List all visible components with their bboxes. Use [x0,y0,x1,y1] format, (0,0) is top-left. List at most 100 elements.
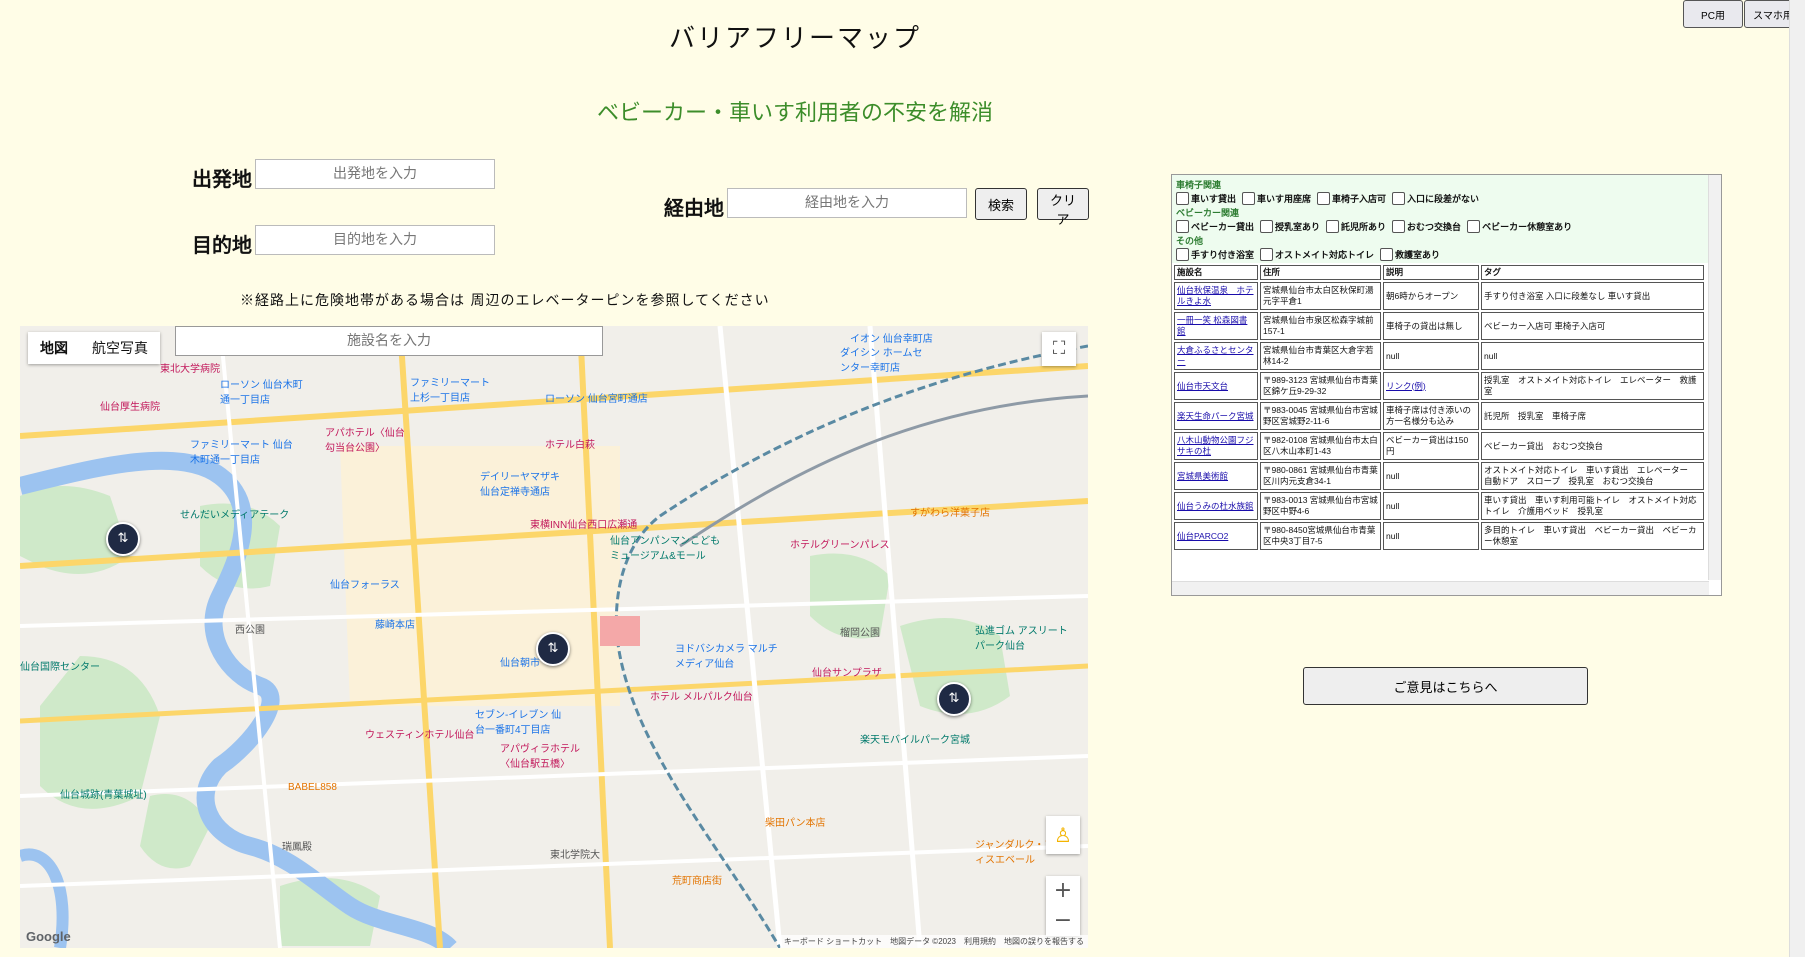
table-cell: 宮城県仙台市青葉区大倉字若林14-2 [1260,342,1381,370]
map-label: 東北大学病院 [160,364,220,375]
filter-heading-wheelchair: 車椅子関連 [1176,180,1222,190]
filter-option[interactable]: 託児所あり [1326,220,1386,233]
facility-name-link[interactable]: 楽天生命パーク宮城 [1174,402,1258,430]
map-label: 仙台国際センター [20,662,100,673]
filter-option[interactable]: オストメイト対応トイレ [1260,248,1374,261]
filter-option[interactable]: 車いす用座席 [1242,192,1311,205]
map-label: ヨドバシカメラ マルチメディア仙台 [675,644,778,670]
zoom-in-button[interactable]: + [1046,876,1080,906]
table-cell: 車椅子の貸出は無し [1383,312,1479,340]
filter-option[interactable]: ベビーカー休憩室あり [1467,220,1572,233]
via-input[interactable] [727,188,967,218]
table-cell: null [1383,522,1479,550]
tab-satellite[interactable]: 航空写真 [80,332,160,364]
map-label: ホテル白萩 [545,440,595,451]
filter-option[interactable]: 授乳室あり [1260,220,1320,233]
origin-input[interactable] [255,159,495,189]
filter-option[interactable]: 車椅子入店可 [1317,192,1386,205]
facility-name-link[interactable]: 宮城県美術館 [1174,462,1258,490]
map-label: 仙台厚生病院 [100,402,160,413]
checkbox[interactable] [1392,192,1406,205]
checkbox[interactable] [1467,220,1481,233]
map-label: セブン-イレブン 仙台一番町4丁目店 [475,710,562,736]
facility-name-link[interactable]: 仙台うみの杜水族館 [1174,492,1258,520]
table-row: 宮城県美術館 〒980-0861 宮城県仙台市青葉区川内元支倉34-1 null オス… [1174,462,1704,490]
checkbox[interactable] [1242,192,1256,205]
street-view-pegman-icon[interactable]: ♙ [1046,816,1080,854]
table-row: 楽天生命パーク宮城 〒983-0045 宮城県仙台市宮城野区宮城野2-11-6 車椅… [1174,402,1704,430]
filter-heading-stroller: ベビーカー関連 [1176,208,1240,218]
tab-map[interactable]: 地図 [28,332,80,364]
fullscreen-icon[interactable]: ⛶ [1042,332,1076,366]
elevator-pin-icon[interactable]: ⇅ [536,632,570,666]
map-label: すがわら洋菓子店 [910,508,990,519]
checkbox[interactable] [1176,192,1189,205]
panel-vertical-scrollbar[interactable] [1708,175,1721,580]
facility-name-link[interactable]: 仙台秋保温泉 ホテルきよ水 [1174,282,1258,310]
destination-input[interactable] [255,225,495,255]
table-row: 仙台市天文台 〒989-3123 宮城県仙台市青葉区錦ケ丘9-29-32 リンク(例… [1174,372,1704,400]
table-cell: null [1383,462,1479,490]
table-cell: 〒982-0108 宮城県仙台市太白区八木山本町1-43 [1260,432,1381,460]
zoom-out-button[interactable]: − [1046,906,1080,936]
page-title: バリアフリーマップ [668,24,921,54]
facility-name-link[interactable]: 一冊一笑 松森図書館 [1174,312,1258,340]
map-attribution[interactable]: キーボード ショートカット 地図データ ©2023 利用規約 地図の誤りを報告す… [779,935,1088,948]
table-cell: null [1383,492,1479,520]
facility-name-link[interactable]: 八木山動物公園フジサキの杜 [1174,432,1258,460]
filter-option[interactable]: 救護室あり [1380,248,1440,261]
map-label: せんだいメディアテーク [180,510,290,521]
filter-option[interactable]: おむつ交換台 [1392,220,1461,233]
table-cell: null [1383,342,1479,370]
filter-option[interactable]: 手すり付き浴室 [1176,248,1254,261]
table-cell: 宮城県仙台市泉区松森字城前157-1 [1260,312,1381,340]
filter-option[interactable]: 車いす貸出 [1176,192,1236,205]
map-label: 西公園 [235,625,265,636]
table-cell: オストメイト対応トイレ 車いす貸出 エレベーター 自動ドア スロープ 授乳室 お… [1481,462,1704,490]
checkbox[interactable] [1260,220,1274,233]
facility-table: 施設名 住所 説明 タグ 仙台秋保温泉 ホテルきよ水 宮城県仙台市太白区秋保町湯元… [1172,263,1706,552]
feedback-button[interactable]: ご意見はこちらへ [1303,667,1588,705]
filter-option[interactable]: 入口に段差がない [1392,192,1479,205]
map-label: ダイシン ホームセンター幸町店 [840,348,923,374]
pc-view-button[interactable]: PC用 [1683,0,1743,28]
table-cell: 車椅子席は付き添いの方一名様分も込み [1383,402,1479,430]
map-label: 荒町商店街 [672,876,722,887]
checkbox[interactable] [1260,248,1274,261]
panel-horizontal-scrollbar[interactable] [1172,581,1709,595]
checkbox[interactable] [1317,192,1331,205]
table-cell-link[interactable]: リンク(例) [1383,372,1479,400]
elevator-pin-icon[interactable]: ⇅ [106,522,140,556]
checkbox[interactable] [1326,220,1340,233]
checkbox[interactable] [1176,220,1189,233]
facility-search-input[interactable] [175,326,603,356]
table-cell: 託児所 授乳室 車椅子席 [1481,402,1704,430]
table-row: 仙台うみの杜水族館 〒983-0013 宮城県仙台市宮城野区中野4-6 null 車い… [1174,492,1704,520]
clear-button[interactable]: クリア [1037,188,1089,228]
map-label: 仙台サンプラザ [812,668,882,679]
facility-name-link[interactable]: 仙台市天文台 [1174,372,1258,400]
page-scrollbar[interactable] [1789,0,1805,957]
filter-option[interactable]: ベビーカー貸出 [1176,220,1254,233]
table-cell: 〒989-3123 宮城県仙台市青葉区錦ケ丘9-29-32 [1260,372,1381,400]
map-label: イオン 仙台幸町店 [850,334,933,345]
facility-name-link[interactable]: 仙台PARCO2 [1174,522,1258,550]
map-label: 弘進ゴム アスリートパーク仙台 [975,626,1068,652]
google-logo: Google [26,929,71,944]
map-label: デイリーヤマザキ 仙台定禅寺通店 [480,472,560,498]
table-cell: ベビーカー貸出 おむつ交換台 [1481,432,1704,460]
checkbox[interactable] [1380,248,1394,261]
table-cell: 〒983-0013 宮城県仙台市宮城野区中野4-6 [1260,492,1381,520]
map-label: ファミリーマート 上杉一丁目店 [410,378,490,404]
origin-label: 出発地 [192,167,252,191]
map-label: ホテルグリーンパレス [790,540,890,551]
elevator-pin-icon[interactable]: ⇅ [937,682,971,716]
map-view[interactable]: 仙台厚生病院 東北大学病院 ローソン 仙台木町通一丁目店 ファミリーマート 上杉… [20,326,1088,948]
checkbox[interactable] [1392,220,1406,233]
table-row: 一冊一笑 松森図書館 宮城県仙台市泉区松森字城前157-1 車椅子の貸出は無し ベビー… [1174,312,1704,340]
checkbox[interactable] [1176,248,1189,261]
map-label: ジャンダルク・フィスエベール [975,840,1055,866]
map-label: アパヴィラホテル〈仙台駅五橋〉 [500,744,580,770]
search-button[interactable]: 検索 [975,188,1027,220]
facility-name-link[interactable]: 大倉ふるさとセンター [1174,342,1258,370]
